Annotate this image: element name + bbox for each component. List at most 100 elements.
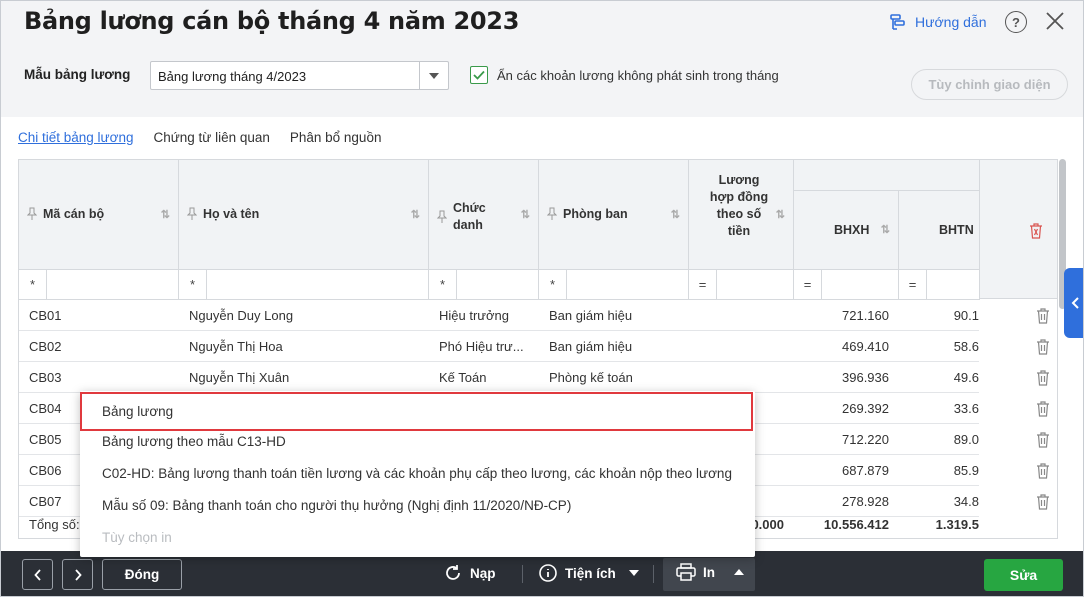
column-header-contract-salary[interactable]: Lương hợp đồng theo số tiền ⇅ <box>689 160 794 270</box>
hide-zero-checkbox[interactable] <box>470 66 488 84</box>
next-button[interactable] <box>62 559 93 590</box>
filter-operator[interactable]: * <box>429 270 457 299</box>
column-header-bhxh[interactable]: BHXH ⇅ <box>794 191 899 270</box>
menu-item-form-09[interactable]: Mẫu số 09: Bảng thanh toán cho người thụ… <box>80 490 755 522</box>
menu-item-print-options: Tùy chọn in <box>102 530 172 545</box>
divider <box>653 565 654 583</box>
close-icon[interactable] <box>1044 10 1066 32</box>
sort-icon[interactable]: ⇅ <box>671 208 680 221</box>
delete-row-icon[interactable] <box>1036 494 1050 510</box>
print-label: In <box>703 564 715 580</box>
print-button[interactable]: In <box>676 563 744 581</box>
caret-down-icon <box>628 570 639 576</box>
delete-row-icon[interactable] <box>1036 401 1050 417</box>
filter-bhtn[interactable]: = <box>899 270 980 300</box>
table-row[interactable]: CB01 Nguyễn Duy Long Hiệu trưởng Ban giám h… <box>19 300 1049 331</box>
cell-salary <box>699 331 784 362</box>
column-header-bhtn[interactable]: BHTN <box>899 191 980 270</box>
reload-label: Nạp <box>470 565 496 581</box>
pin-icon <box>437 210 447 223</box>
filter-operator[interactable]: * <box>19 270 47 299</box>
column-label: Chức danh <box>453 201 486 232</box>
grid-scrollbar[interactable] <box>1058 159 1067 539</box>
cell-bhtn: 58.6 <box>953 339 979 354</box>
cell-name: Nguyễn Thị Hoa <box>189 339 283 354</box>
filter-operator[interactable]: = <box>899 270 927 299</box>
payroll-window: Bảng lương cán bộ tháng 4 năm 2023 Hướng… <box>0 0 1084 597</box>
reload-button[interactable]: Nạp <box>443 563 496 583</box>
menu-item-payroll-c13[interactable]: Bảng lương theo mẫu C13-HD <box>80 426 755 458</box>
cell-dept: Ban giám hiệu <box>549 308 633 323</box>
column-header-department[interactable]: Phòng ban ⇅ <box>539 160 689 270</box>
column-label: Phòng ban <box>563 207 628 221</box>
column-header-name[interactable]: Họ và tên ⇅ <box>179 160 429 270</box>
table-row[interactable]: CB02 Nguyễn Thị Hoa Phó Hiệu trư... Ban giá… <box>19 331 1049 362</box>
delete-row-icon[interactable] <box>1036 432 1050 448</box>
filter-department[interactable]: * <box>539 270 689 300</box>
question-icon[interactable]: ? <box>1005 11 1027 33</box>
column-label: Mã cán bộ <box>43 207 105 221</box>
cell-bhxh: 712.220 <box>842 432 889 447</box>
tab-related-documents[interactable]: Chứng từ liên quan <box>153 130 269 145</box>
column-label: BHXH <box>834 223 870 237</box>
guide-icon <box>890 14 905 30</box>
print-menu: Bảng lương Bảng lương theo mẫu C13-HD C0… <box>80 391 755 557</box>
sort-icon[interactable]: ⇅ <box>411 208 420 221</box>
column-label: Họ và tên <box>203 207 260 221</box>
customize-view-button[interactable]: Tùy chỉnh giao diện <box>911 69 1068 100</box>
menu-item-c02[interactable]: C02-HD: Bảng lương thanh toán tiền lương… <box>80 458 755 490</box>
tab-salary-detail[interactable]: Chi tiết bảng lương <box>18 130 133 145</box>
column-header-title[interactable]: Chức danh ⇅ <box>429 160 539 270</box>
sort-icon[interactable]: ⇅ <box>161 208 170 221</box>
printer-icon <box>676 563 696 581</box>
refresh-icon <box>446 565 460 580</box>
filter-title[interactable]: * <box>429 270 539 300</box>
page-title: Bảng lương cán bộ tháng 4 năm 2023 <box>24 7 520 35</box>
delete-row-icon[interactable] <box>1036 370 1050 386</box>
filter-code[interactable]: * <box>19 270 179 300</box>
cell-name: Nguyễn Thị Xuân <box>189 370 290 385</box>
chevron-down-icon[interactable] <box>419 62 448 89</box>
delete-row-icon[interactable] <box>1036 463 1050 479</box>
help-label: Hướng dẫn <box>915 14 987 30</box>
cell-bhtn: 85.9 <box>953 463 979 478</box>
cell-bhtn: 33.6 <box>953 401 979 416</box>
filter-name[interactable]: * <box>179 270 429 300</box>
cell-dept: Ban giám hiệu <box>549 339 633 354</box>
delete-column-header <box>980 160 1057 299</box>
total-bhxh: 10.556.412 <box>823 517 889 532</box>
sort-icon[interactable]: ⇅ <box>881 223 890 236</box>
sort-icon[interactable]: ⇅ <box>521 208 530 221</box>
column-header-code[interactable]: Mã cán bộ ⇅ <box>19 160 179 270</box>
sort-icon[interactable]: ⇅ <box>776 208 785 221</box>
filter-bhxh[interactable]: = <box>794 270 899 300</box>
tab-source-allocation[interactable]: Phân bổ nguồn <box>290 130 382 145</box>
delete-all-icon[interactable] <box>1029 223 1043 239</box>
template-select[interactable]: Bảng lương tháng 4/2023 <box>150 61 449 90</box>
delete-row-icon[interactable] <box>1036 339 1050 355</box>
close-button[interactable]: Đóng <box>102 559 182 590</box>
column-group-header <box>794 160 980 191</box>
cell-bhxh: 721.160 <box>842 308 889 323</box>
cell-bhtn: 49.6 <box>953 370 979 385</box>
cell-dept: Phòng kế toán <box>549 370 633 385</box>
tab-bar: Chi tiết bảng lương Chứng từ liên quan P… <box>18 130 381 145</box>
hide-zero-label: Ẩn các khoản lương không phát sinh trong… <box>497 68 779 83</box>
filter-operator[interactable]: * <box>179 270 207 299</box>
edit-button[interactable]: Sửa <box>984 559 1063 591</box>
filter-contract-salary[interactable]: = <box>689 270 794 300</box>
delete-row-icon[interactable] <box>1036 308 1050 324</box>
cell-title: Phó Hiệu trư... <box>439 339 524 354</box>
utility-button[interactable]: Tiện ích <box>538 563 639 583</box>
table-row[interactable]: CB03 Nguyễn Thị Xuân Kế Toán Phòng kế toán 3… <box>19 362 1049 393</box>
filter-operator[interactable]: = <box>794 270 822 299</box>
previous-button[interactable] <box>22 559 53 590</box>
filter-operator[interactable]: * <box>539 270 567 299</box>
help-link[interactable]: Hướng dẫn <box>889 13 986 31</box>
cell-bhxh: 396.936 <box>842 370 889 385</box>
pin-icon <box>27 207 37 220</box>
cell-bhtn: 90.1 <box>953 308 979 323</box>
side-panel-toggle[interactable] <box>1064 268 1083 338</box>
filter-operator[interactable]: = <box>689 270 717 299</box>
chevron-left-icon <box>1071 297 1079 309</box>
